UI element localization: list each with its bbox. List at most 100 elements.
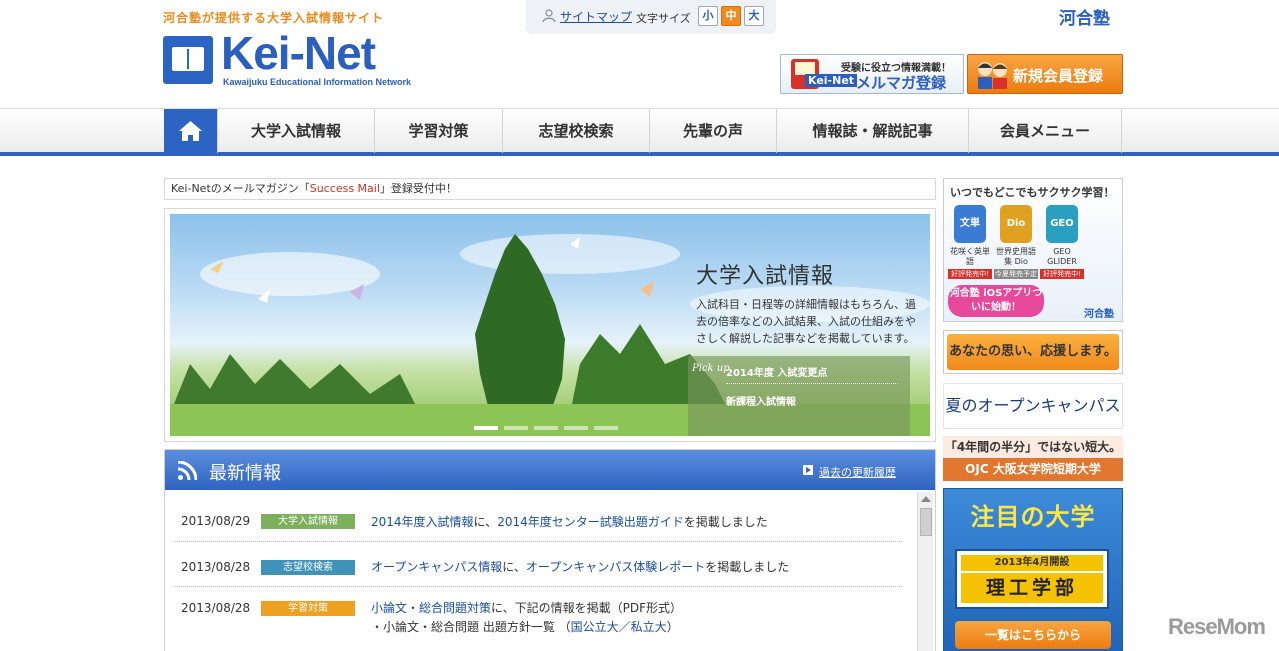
english-app-icon: 文単 [954,205,986,243]
app-name: 花咲く英単語 [950,247,990,266]
font-size-label: 文字サイズ [636,12,691,25]
news-date: 2013/08/28 [181,560,251,574]
featured-university-banner[interactable]: 注目の大学 2013年4月開設 理工学部 一覧はこちらから [943,488,1123,651]
osaka-jogakuin-name: OJC 大阪女学院短期大学 [943,458,1123,481]
scroll-up-icon[interactable] [921,496,931,502]
latest-news: 最新情報 過去の更新履歴 2013/08/29 大学入試情報 2014年度入試情… [164,449,936,651]
new-member-label: 新規会員登録 [1013,67,1104,85]
notice-prefix: Kei-Netのメールマガジン「 [171,182,310,195]
support-banner-label: あなたの思い、応援します。 [947,334,1119,370]
app-badge: 好評発売中! [948,269,992,279]
featured-university-faculty: 理工学部 [961,573,1103,603]
world-history-app-icon: Dio [1000,205,1032,243]
page: 河合塾が提供する大学入試情報サイト Kei-Net Kawaijuku Educ… [0,0,1279,651]
osaka-jogakuin-tagline: 「4年間の半分」ではない短大。 [943,436,1123,458]
osaka-jogakuin-banner[interactable]: 「4年間の半分」ではない短大。 OJC 大阪女学院短期大学 [943,436,1123,481]
featured-university-title: 注目の大学 [970,503,1096,531]
logo-subtitle: Kawaijuku Educational Information Networ… [223,77,412,87]
utility-bar: サイトマップ 文字サイズ 小 中 大 [526,0,776,34]
news-text-line2: ・小論文・総合問題 出題方針一覧 （国公立大／私立大） [371,618,679,635]
hero-description: 入試科目・日程等の詳細情報はもちろん、過去の倍率などの入試結果、入試の仕組みをや… [696,298,916,345]
app-name: 世界史用語集 Dio [996,247,1036,266]
featured-university-box: 2013年4月開設 理工学部 [955,549,1109,609]
news-row: 2013/08/28 学習対策 小論文・総合問題対策に、下記の情報を掲載（PDF… [175,587,902,651]
news-link[interactable]: 2014年度入試情報 [371,515,474,529]
news-link[interactable]: 国公立大 [571,620,619,634]
font-size-medium-button[interactable]: 中 [721,6,741,26]
ios-app-bubble: 河合塾 iOSアプリついに始動！ [948,285,1044,317]
pickup-box: Pick up 2014年度 入試変更点 新課程入試情報 [688,356,910,436]
news-title: 最新情報 [209,463,281,484]
news-text-mid: に、 [473,515,498,529]
geography-app-icon: GEO [1046,205,1078,243]
kawaijuku-small-logo: 河合塾 [1084,309,1114,320]
open-campus-banner[interactable]: 夏のオープンキャンパス [943,383,1123,429]
news-text-mid: に、下記の情報を掲載（PDF形式） [491,601,683,615]
mail-magazine-banner[interactable]: 受験に役立つ情報満載！ Kei-Net メルマガ登録 [780,54,964,94]
keinet-logo-icon[interactable] [163,36,213,84]
news-link[interactable]: 2014年度センター試験出題ガイド [497,515,684,529]
font-size-large-button[interactable]: 大 [744,6,764,26]
nav-item-study[interactable]: 学習対策 [374,109,502,153]
news-scrollbar[interactable] [917,492,933,651]
news-history-link[interactable]: 過去の更新履歴 [819,464,896,480]
news-text: オープンキャンパス情報に、オープンキャンパス体験レポートを掲載しました [371,558,789,575]
news-text-line2-prefix: ・小論文・総合問題 出題方針一覧 （ [371,620,571,634]
news-link[interactable]: 小論文・総合問題対策 [371,601,491,615]
mail-banner-title: メルマガ登録 [856,74,947,92]
news-date: 2013/08/29 [181,514,251,528]
mail-notice[interactable]: Kei-Netのメールマガジン「Success Mail」登録受付中！ [164,178,936,200]
pickup-item-new-curriculum[interactable]: 新課程入試情報 [726,393,796,408]
keinet-logo[interactable]: Kei-Net [221,26,376,80]
featured-university-list-button[interactable]: 一覧はこちらから [955,621,1111,649]
news-text-tail: を掲載しました [705,560,790,574]
nav-item-school-search[interactable]: 志望校検索 [502,109,649,153]
news-link[interactable]: 私立大 [631,620,667,634]
news-text-tail: を掲載しました [683,515,768,529]
notice-suffix: 」登録受付中！ [379,182,457,195]
nav-item-senior-voices[interactable]: 先輩の声 [649,109,776,153]
news-text-line2-suffix: ） [666,620,679,634]
slider-dot[interactable] [594,426,618,430]
news-text-mid: に、 [502,560,526,574]
news-link[interactable]: オープンキャンパス情報 [371,560,502,574]
resemom-watermark: ReseMom [1168,614,1266,639]
header: 河合塾が提供する大学入試情報サイト Kei-Net Kawaijuku Educ… [0,0,1279,108]
hero-title: 大学入試情報 [696,264,835,289]
ios-app-banner-title: いつでもどこでもサクサク学習！ [950,186,1115,199]
pickup-item-2014-changes[interactable]: 2014年度 入試変更点 [726,364,827,379]
sitemap-link[interactable]: サイトマップ [560,8,632,25]
nav-item-admission-info[interactable]: 大学入試情報 [217,109,374,153]
news-text: 小論文・総合問題対策に、下記の情報を掲載（PDF形式） [371,599,682,616]
slider-dot[interactable] [504,426,528,430]
new-member-banner[interactable]: 新規会員登録 [967,54,1123,94]
news-category-badge: 学習対策 [261,601,355,616]
news-text: 2014年度入試情報に、2014年度センター試験出題ガイドを掲載しました [371,513,768,530]
slider-dot[interactable] [564,426,588,430]
site-tagline: 河合塾が提供する大学入試情報サイト [163,11,385,25]
mail-banner-keinet: Kei-Net [805,74,858,87]
notice-highlight: Success Mail [309,182,380,195]
slider-dot[interactable] [474,426,498,430]
featured-university-date: 2013年4月開設 [961,555,1103,571]
news-date: 2013/08/28 [181,601,251,615]
support-banner[interactable]: あなたの思い、応援します。 [943,330,1123,374]
nav-item-magazines[interactable]: 情報誌・解説記事 [776,109,968,153]
kawaijuku-logo[interactable]: 河合塾 [1059,4,1110,29]
hero-image[interactable]: 大学入試情報 入試科目・日程等の詳細情報はもちろん、過去の倍率などの入試結果、入… [170,214,930,436]
hero-slider: 大学入試情報 入試科目・日程等の詳細情報はもちろん、過去の倍率などの入試結果、入… [164,208,936,442]
news-category-badge: 志望校検索 [261,560,355,575]
nav-home-button[interactable] [164,109,217,153]
scroll-thumb[interactable] [920,508,932,536]
sitemap-icon [542,9,556,23]
news-list: 2013/08/29 大学入試情報 2014年度入試情報に、2014年度センター… [165,490,935,651]
slider-dot[interactable] [534,426,558,430]
news-link[interactable]: オープンキャンパス体験レポート [526,560,705,574]
rss-icon [177,461,197,481]
app-badge: 好評発売中! [1040,269,1084,279]
nav-item-member-menu[interactable]: 会員メニュー [968,109,1122,153]
ios-app-banner[interactable]: いつでもどこでもサクサク学習！ 文単 花咲く英単語 好評発売中! Dio 世界史… [943,178,1123,322]
arrow-right-icon [803,465,813,475]
news-row: 2013/08/28 志望校検索 オープンキャンパス情報に、オープンキャンパス体… [175,542,902,587]
font-size-small-button[interactable]: 小 [698,6,718,26]
